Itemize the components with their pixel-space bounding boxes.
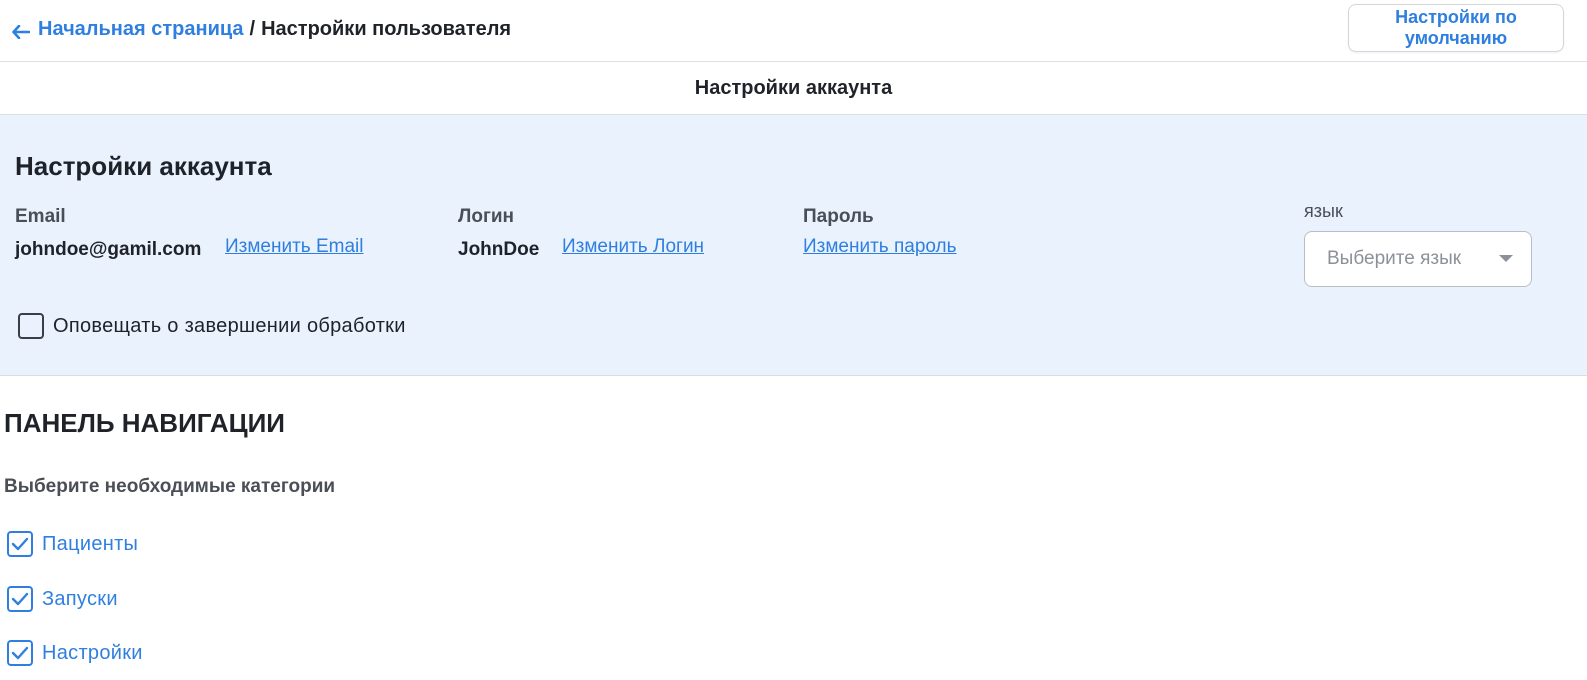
language-select[interactable]: Выберите язык (1304, 231, 1532, 287)
notify-checkbox-label: Оповещать о завершении обработки (53, 314, 406, 337)
checkbox-checked-icon[interactable] (7, 531, 33, 557)
login-value: JohnDoe (458, 239, 540, 260)
language-select-placeholder: Выберите язык (1327, 248, 1462, 269)
account-settings-panel: Настройки аккаунта Email johndoe@gamil.c… (0, 115, 1587, 376)
password-label: Пароль (803, 206, 874, 227)
nav-category-label: Запуски (42, 587, 118, 610)
breadcrumb-home-link[interactable]: Начальная страница (38, 18, 244, 41)
notify-checkbox[interactable] (18, 313, 44, 339)
section-tab-title: Настройки аккаунта (0, 62, 1587, 115)
nav-category-settings[interactable]: Настройки (7, 640, 143, 666)
account-settings-title: Настройки аккаунта (15, 151, 272, 181)
breadcrumb-current: Настройки пользователя (261, 17, 512, 40)
nav-category-label: Настройки (42, 641, 143, 664)
chevron-down-icon (1499, 255, 1513, 262)
change-password-link[interactable]: Изменить пароль (803, 236, 957, 258)
language-label: язык (1304, 201, 1343, 221)
breadcrumb: Начальная страница / Настройки пользоват… (12, 17, 511, 41)
email-label: Email (15, 206, 66, 227)
nav-category-patients[interactable]: Пациенты (7, 531, 138, 557)
default-settings-button[interactable]: Настройки по умолчанию (1348, 4, 1564, 52)
breadcrumb-separator: / (249, 17, 256, 40)
login-label: Логин (458, 206, 515, 227)
change-login-link[interactable]: Изменить Логин (562, 236, 704, 258)
nav-panel-title: ПАНЕЛЬ НАВИГАЦИИ (4, 408, 285, 438)
change-email-link[interactable]: Изменить Email (225, 236, 364, 258)
top-bar: Начальная страница / Настройки пользоват… (0, 0, 1587, 62)
checkbox-checked-icon[interactable] (7, 640, 33, 666)
back-arrow-icon[interactable] (12, 22, 31, 40)
nav-category-runs[interactable]: Запуски (7, 586, 118, 612)
email-value: johndoe@gamil.com (15, 239, 202, 260)
checkbox-checked-icon[interactable] (7, 586, 33, 612)
nav-panel-subtitle: Выберите необходимые категории (4, 476, 336, 497)
notify-checkbox-row[interactable]: Оповещать о завершении обработки (18, 313, 406, 339)
nav-category-label: Пациенты (42, 532, 139, 555)
